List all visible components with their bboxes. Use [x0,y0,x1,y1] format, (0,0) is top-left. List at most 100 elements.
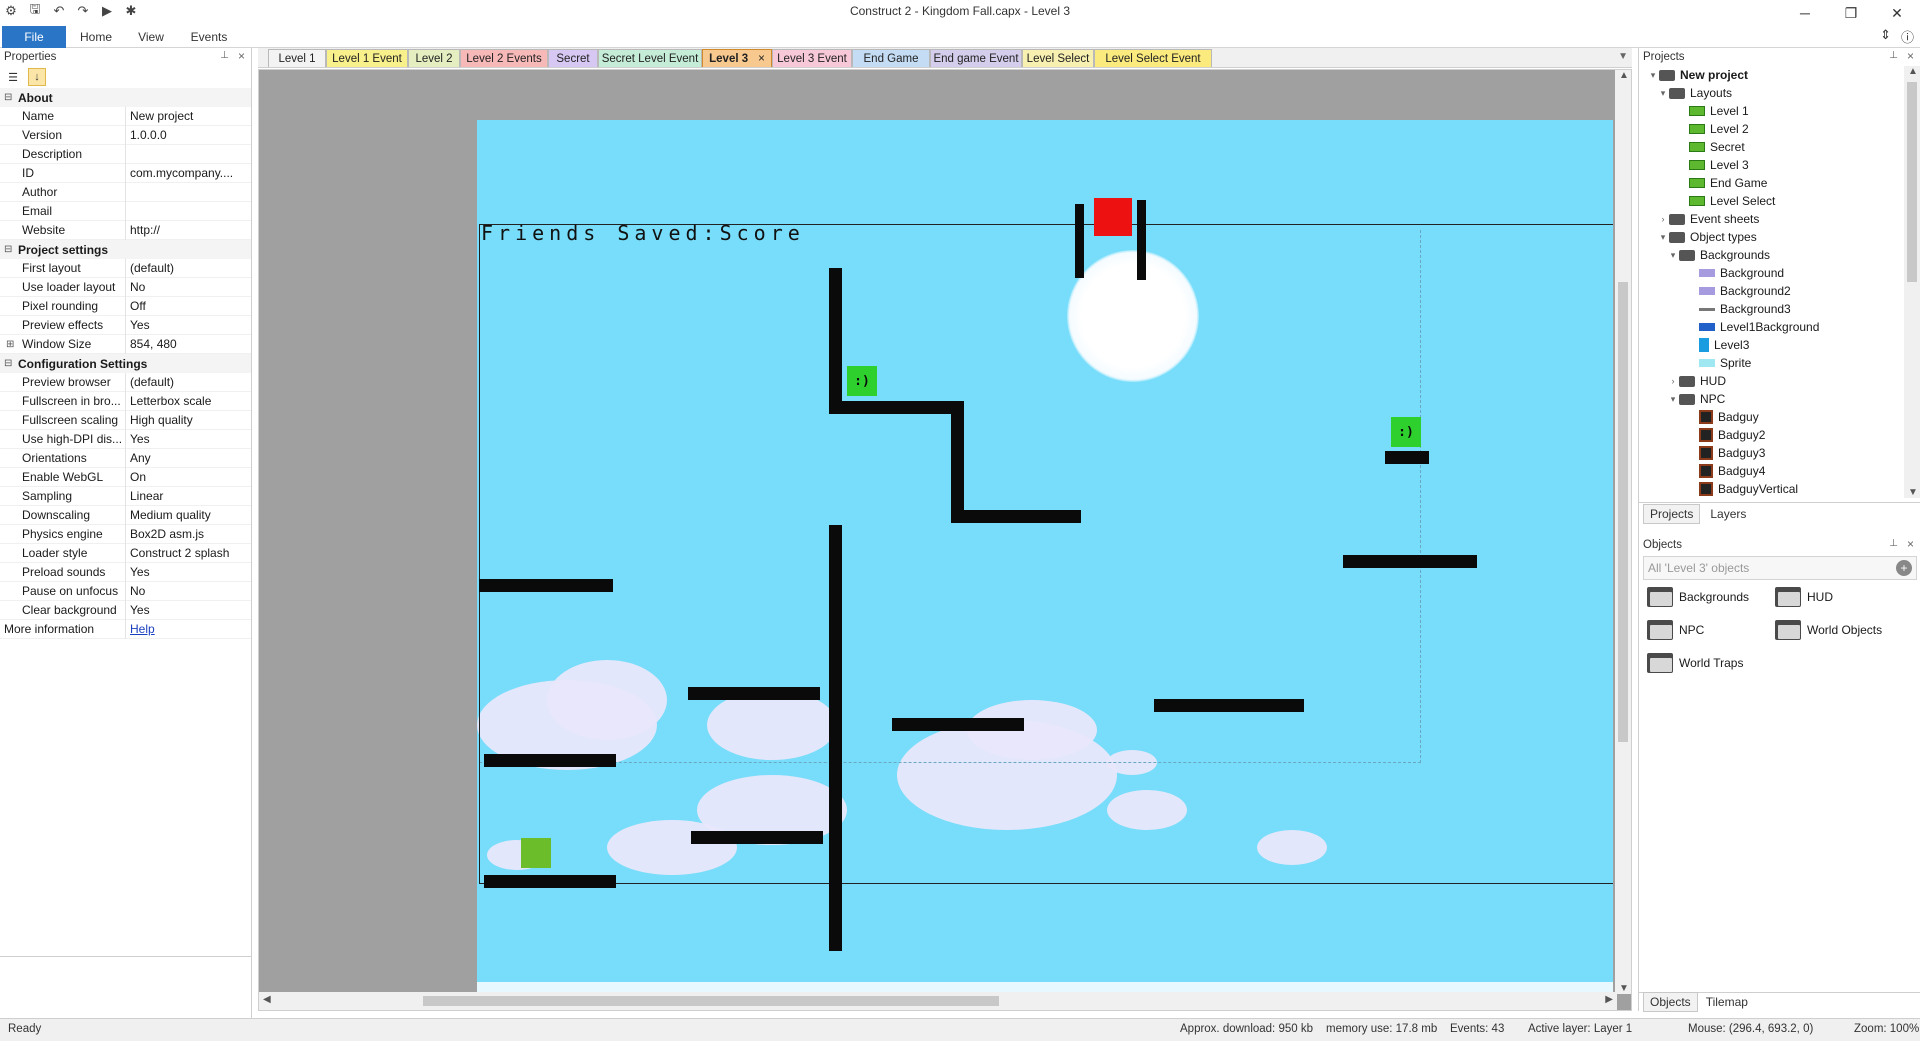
property-row[interactable]: Preview effects Yes [0,315,251,335]
property-row[interactable]: ID com.mycompany.... [0,163,251,183]
doc-tab[interactable]: End Game [852,49,930,67]
property-row[interactable]: Sampling Linear [0,486,251,506]
section-project-settings[interactable]: ⊟ Project settings [0,240,251,259]
platform[interactable] [484,754,616,767]
scroll-thumb[interactable] [423,996,999,1006]
property-value[interactable]: Linear [126,489,251,503]
platform[interactable] [829,401,964,414]
help-link[interactable]: Help [126,622,251,636]
tab-events[interactable]: Events [184,27,234,46]
scroll-down-icon[interactable]: ▼ [1619,983,1629,994]
tree-item[interactable]: End Game [1639,174,1905,192]
close-tab-icon[interactable]: × [758,53,765,65]
tree-item[interactable]: Badguy4 [1639,462,1905,480]
property-row[interactable]: Fullscreen in bro... Letterbox scale [0,391,251,411]
tree-item[interactable]: Level Select [1639,192,1905,210]
scroll-down-icon[interactable]: ▼ [1908,487,1918,498]
property-value[interactable]: Any [126,451,251,465]
project-tree-scrollbar[interactable]: ▲ ▼ [1904,66,1920,498]
tab-objects[interactable]: Objects [1643,992,1698,1012]
property-value[interactable]: Off [126,299,251,313]
property-row[interactable]: First layout (default) [0,258,251,278]
expander-icon[interactable]: ▾ [1657,232,1669,243]
app-logo-icon[interactable]: ⚙ [2,2,20,20]
property-row[interactable]: Author [0,182,251,202]
ribbon-toggle-icon[interactable]: ⇕ [1880,27,1891,46]
property-value[interactable]: Yes [126,603,251,617]
pin-icon[interactable]: ⊥ [220,50,229,61]
redo-icon[interactable]: ↷ [74,2,92,20]
doc-tab[interactable]: Level 3 × [702,49,772,67]
tab-tilemap[interactable]: Tilemap [1700,993,1754,1011]
tree-item[interactable]: ▾ Object types [1639,228,1905,246]
horizontal-scrollbar[interactable]: ◀ ▶ [259,992,1617,1010]
tree-item[interactable]: › HUD [1639,372,1905,390]
tab-projects[interactable]: Projects [1643,503,1701,524]
tree-item[interactable]: Badguy2 [1639,426,1905,444]
property-row[interactable]: ⊞ Window Size 854, 480 [0,334,251,354]
property-value[interactable]: Construct 2 splash [126,546,251,560]
object-folder-world-traps[interactable]: World Traps [1647,653,1743,673]
doc-tab[interactable]: Level Select [1022,49,1094,67]
property-value[interactable]: No [126,584,251,598]
property-value[interactable]: http:// [126,223,251,237]
layout-canvas[interactable]: Friends Saved:Score :) :) [477,120,1613,992]
expander-icon[interactable]: ▾ [1667,250,1679,261]
property-row[interactable]: Description [0,144,251,164]
tab-layers[interactable]: Layers [1704,505,1752,523]
platform[interactable] [688,687,820,700]
property-row[interactable]: Downscaling Medium quality [0,505,251,525]
tree-item[interactable]: Background [1639,264,1905,282]
tree-item[interactable]: ▾ NPC [1639,390,1905,408]
run-layout-icon[interactable]: ▶ [98,2,116,20]
property-value[interactable]: 1.0.0.0 [126,128,251,142]
property-value[interactable]: On [126,470,251,484]
close-icon[interactable]: × [1907,49,1914,63]
pin-icon[interactable]: ⊥ [1889,50,1898,61]
platform[interactable] [1154,699,1304,712]
property-value[interactable]: Letterbox scale [126,394,251,408]
section-configuration-settings[interactable]: ⊟ Configuration Settings [0,354,251,373]
tabs-dropdown-icon[interactable]: ▼ [1618,51,1628,62]
property-row[interactable]: Orientations Any [0,448,251,468]
doc-tab[interactable]: Secret [548,49,598,67]
property-row[interactable]: Loader style Construct 2 splash [0,543,251,563]
section-about[interactable]: ⊟ About [0,88,251,107]
property-row[interactable]: Clear background Yes [0,600,251,620]
doc-tab[interactable]: Level 1 Event [326,49,408,67]
scroll-up-icon[interactable]: ▲ [1619,70,1629,81]
property-row[interactable]: Website http:// [0,220,251,240]
tree-item[interactable]: Badguy3 [1639,444,1905,462]
objects-filter-input[interactable]: All 'Level 3' objects + [1643,556,1917,580]
close-icon[interactable]: × [238,49,245,63]
scroll-thumb[interactable] [1618,282,1628,742]
friend-character[interactable]: :) [1391,417,1421,447]
property-row[interactable]: Physics engine Box2D asm.js [0,524,251,544]
object-folder-npc[interactable]: NPC [1647,620,1704,640]
property-row[interactable]: Pixel rounding Off [0,296,251,316]
player-character[interactable] [521,838,551,868]
doc-tab[interactable]: Level 2 Events [460,49,548,67]
tree-item[interactable]: Secret [1639,138,1905,156]
tree-item[interactable]: Level1Background [1639,318,1905,336]
expander-icon[interactable]: › [1667,376,1679,386]
collapse-icon[interactable]: ⊟ [4,358,18,369]
expand-icon[interactable]: ⊞ [6,339,14,350]
tab-home[interactable]: Home [74,27,118,46]
tree-item[interactable]: › Event sheets [1639,210,1905,228]
tab-file[interactable]: File [2,26,66,48]
wall-vertical[interactable] [829,525,842,951]
close-button[interactable]: ✕ [1874,0,1920,26]
property-value[interactable]: (default) [126,261,251,275]
platform[interactable] [892,718,1024,731]
pin-icon[interactable]: ⊥ [1889,538,1898,549]
doc-tab[interactable]: Level 1 [268,49,326,67]
property-value[interactable]: No [126,280,251,294]
tree-item[interactable]: BadguyVertical [1639,480,1905,498]
property-value[interactable]: Yes [126,565,251,579]
property-row[interactable]: Fullscreen scaling High quality [0,410,251,430]
property-value[interactable]: com.mycompany.... [126,166,251,180]
tree-item[interactable]: Sprite [1639,354,1905,372]
property-value[interactable]: Yes [126,318,251,332]
doc-tab[interactable]: End game Event [930,49,1022,67]
